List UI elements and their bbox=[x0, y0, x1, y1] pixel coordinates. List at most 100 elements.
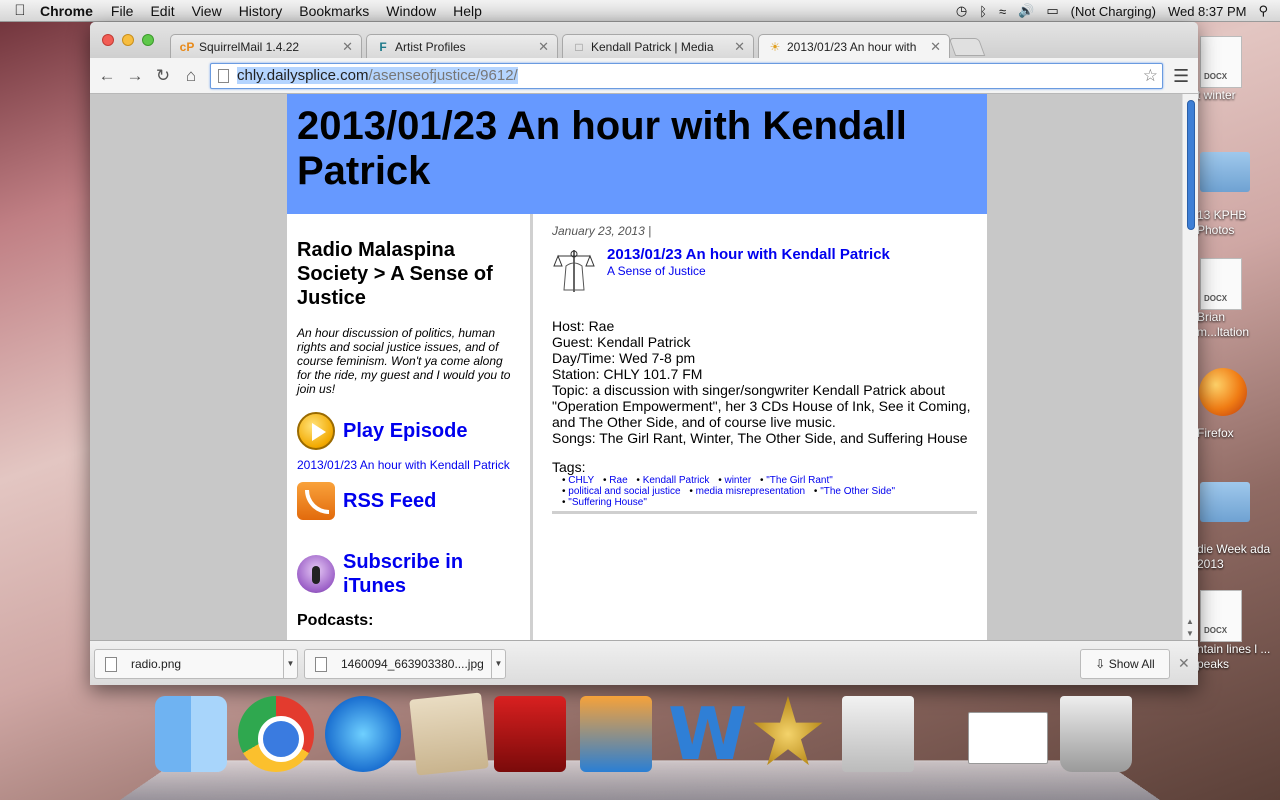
desktop-folder-week[interactable]: die Week ada 2013 bbox=[1197, 482, 1280, 572]
battery-icon[interactable]: ▭ bbox=[1046, 3, 1058, 19]
back-arrow-icon[interactable]: ← bbox=[96, 65, 118, 87]
tag-link[interactable]: CHLY bbox=[562, 475, 594, 486]
tag-link[interactable]: political and social justice bbox=[562, 486, 681, 497]
preview-icon[interactable] bbox=[842, 696, 914, 772]
reload-icon[interactable]: ↻ bbox=[152, 65, 174, 87]
spotlight-icon[interactable]: ⚲ bbox=[1258, 3, 1268, 19]
menu-file[interactable]: File bbox=[111, 3, 134, 19]
wifi-icon[interactable]: ≈ bbox=[999, 4, 1006, 19]
chevron-down-icon[interactable]: ▼ bbox=[283, 650, 297, 678]
word-icon[interactable]: W bbox=[668, 696, 747, 772]
menu-bookmarks[interactable]: Bookmarks bbox=[299, 3, 369, 19]
download-item[interactable]: radio.png ▼ bbox=[94, 649, 298, 679]
menu-view[interactable]: View bbox=[192, 3, 222, 19]
desktop-docx-brian[interactable]: DOCX Brian m...ltation bbox=[1197, 258, 1280, 340]
sidebar: Radio Malaspina Society > A Sense of Jus… bbox=[287, 214, 533, 640]
docx-file-icon: DOCX bbox=[1200, 590, 1242, 642]
post-title-link[interactable]: 2013/01/23 An hour with Kendall Patrick bbox=[607, 246, 890, 263]
page-scrollbar[interactable]: ▲ ▼ bbox=[1182, 94, 1198, 640]
rss-feed-label[interactable]: RSS Feed bbox=[343, 489, 436, 513]
play-icon[interactable] bbox=[297, 412, 335, 450]
bluetooth-icon[interactable]: ᛒ bbox=[979, 4, 987, 19]
docx-file-icon: DOCX bbox=[1200, 258, 1242, 310]
play-episode-link[interactable]: Play Episode bbox=[297, 412, 520, 450]
itunes-icon[interactable] bbox=[325, 696, 401, 772]
chrome-menu-icon[interactable]: ☰ bbox=[1173, 66, 1189, 87]
rss-icon[interactable] bbox=[297, 482, 335, 520]
menu-app-name[interactable]: Chrome bbox=[40, 3, 93, 19]
menu-edit[interactable]: Edit bbox=[150, 3, 174, 19]
tag-link[interactable]: Rae bbox=[603, 475, 628, 486]
photo-booth-icon[interactable] bbox=[494, 696, 566, 772]
finder-icon[interactable] bbox=[155, 696, 227, 772]
menu-window[interactable]: Window bbox=[386, 3, 436, 19]
forward-arrow-icon[interactable]: → bbox=[124, 65, 146, 87]
volume-icon[interactable]: 🔊 bbox=[1018, 3, 1034, 19]
play-episode-label[interactable]: Play Episode bbox=[343, 419, 468, 443]
post-category-link[interactable]: A Sense of Justice bbox=[607, 264, 890, 278]
tag-link[interactable]: "Suffering House" bbox=[562, 497, 647, 508]
tab-kendall-media[interactable]: □ Kendall Patrick | Media ✕ bbox=[562, 34, 754, 58]
address-bar[interactable]: chly.dailysplice.com/asenseofjustice/961… bbox=[210, 63, 1163, 89]
desktop-folder-photos[interactable]: 13 KPHB Photos bbox=[1197, 152, 1280, 238]
scroll-down-icon[interactable]: ▼ bbox=[1186, 629, 1194, 638]
post-station: Station: CHLY 101.7 FM bbox=[552, 366, 703, 382]
itunes-subscribe-link[interactable]: Subscribe in iTunes bbox=[297, 550, 520, 598]
desktop-firefox[interactable]: Firefox bbox=[1197, 368, 1280, 441]
file-icon bbox=[315, 656, 327, 672]
tag-link[interactable]: winter bbox=[718, 475, 751, 486]
minimize-window-button[interactable] bbox=[122, 34, 134, 46]
clock[interactable]: Wed 8:37 PM bbox=[1168, 4, 1247, 19]
minimized-window-thumbnail[interactable] bbox=[968, 712, 1048, 764]
post-daytime: Day/Time: Wed 7-8 pm bbox=[552, 350, 696, 366]
post-host: Host: Rae bbox=[552, 318, 615, 334]
time-machine-icon[interactable]: ◷ bbox=[956, 3, 967, 19]
tab-title: SquirrelMail 1.4.22 bbox=[199, 39, 300, 54]
tag-list: CHLY Rae Kendall Patrick winter "The Gir… bbox=[552, 475, 980, 508]
tag-link[interactable]: "The Other Side" bbox=[814, 486, 895, 497]
tag-link[interactable]: "The Girl Rant" bbox=[760, 475, 833, 486]
tag-link[interactable]: Kendall Patrick bbox=[636, 475, 709, 486]
mail-icon[interactable] bbox=[409, 692, 489, 776]
desktop-docx-mountain[interactable]: DOCX ntain lines l ... peaks bbox=[1197, 590, 1280, 672]
chrome-icon[interactable] bbox=[238, 696, 314, 772]
apple-icon[interactable]:  bbox=[0, 2, 40, 19]
download-item[interactable]: 1460094_663903380....jpg ▼ bbox=[304, 649, 506, 679]
post-header: 2013/01/23 An hour with Kendall Patrick … bbox=[552, 246, 980, 294]
bookmark-star-icon[interactable]: ☆ bbox=[1143, 64, 1158, 88]
trash-icon[interactable] bbox=[1060, 696, 1132, 772]
close-window-button[interactable] bbox=[102, 34, 114, 46]
post-content: January 23, 2013 | 2013/01/23 An hour wi… bbox=[552, 214, 980, 514]
chevron-down-icon[interactable]: ▼ bbox=[491, 650, 505, 678]
rss-feed-link[interactable]: RSS Feed bbox=[297, 482, 520, 520]
close-icon[interactable]: ✕ bbox=[1178, 655, 1190, 672]
iphoto-icon[interactable] bbox=[580, 696, 652, 772]
tab-hour-with[interactable]: ☀ 2013/01/23 An hour with ✕ bbox=[758, 34, 950, 58]
address-url: chly.dailysplice.com/asenseofjustice/961… bbox=[237, 67, 518, 84]
tags-label: Tags: bbox=[552, 459, 586, 475]
zoom-window-button[interactable] bbox=[142, 34, 154, 46]
scrollbar-thumb[interactable] bbox=[1187, 100, 1195, 230]
url-path: /asenseofjustice/9612/ bbox=[368, 67, 518, 84]
episode-link[interactable]: 2013/01/23 An hour with Kendall Patrick bbox=[297, 458, 520, 472]
close-tab-icon[interactable]: ✕ bbox=[538, 39, 549, 55]
show-all-downloads-button[interactable]: ⇩ Show All bbox=[1080, 649, 1170, 679]
tab-title: Artist Profiles bbox=[395, 39, 466, 54]
tab-squirrelmail[interactable]: cP SquirrelMail 1.4.22 ✕ bbox=[170, 34, 362, 58]
menu-help[interactable]: Help bbox=[453, 3, 482, 19]
tab-artist-profiles[interactable]: F Artist Profiles ✕ bbox=[366, 34, 558, 58]
podcast-icon[interactable] bbox=[297, 555, 335, 593]
desktop-docx-winter[interactable]: DOCX t winter bbox=[1197, 36, 1280, 103]
page-info-icon[interactable] bbox=[218, 69, 229, 83]
itunes-subscribe-label[interactable]: Subscribe in iTunes bbox=[343, 550, 520, 598]
close-tab-icon[interactable]: ✕ bbox=[734, 39, 745, 55]
tag-link[interactable]: media misrepresentation bbox=[689, 486, 805, 497]
new-tab-button[interactable] bbox=[948, 38, 986, 56]
scroll-up-icon[interactable]: ▲ bbox=[1186, 617, 1194, 626]
menu-history[interactable]: History bbox=[239, 3, 283, 19]
home-icon[interactable]: ⌂ bbox=[180, 65, 202, 87]
firefox-icon bbox=[1199, 368, 1247, 416]
close-tab-icon[interactable]: ✕ bbox=[930, 39, 941, 55]
battery-status[interactable]: (Not Charging) bbox=[1071, 4, 1156, 19]
close-tab-icon[interactable]: ✕ bbox=[342, 39, 353, 55]
